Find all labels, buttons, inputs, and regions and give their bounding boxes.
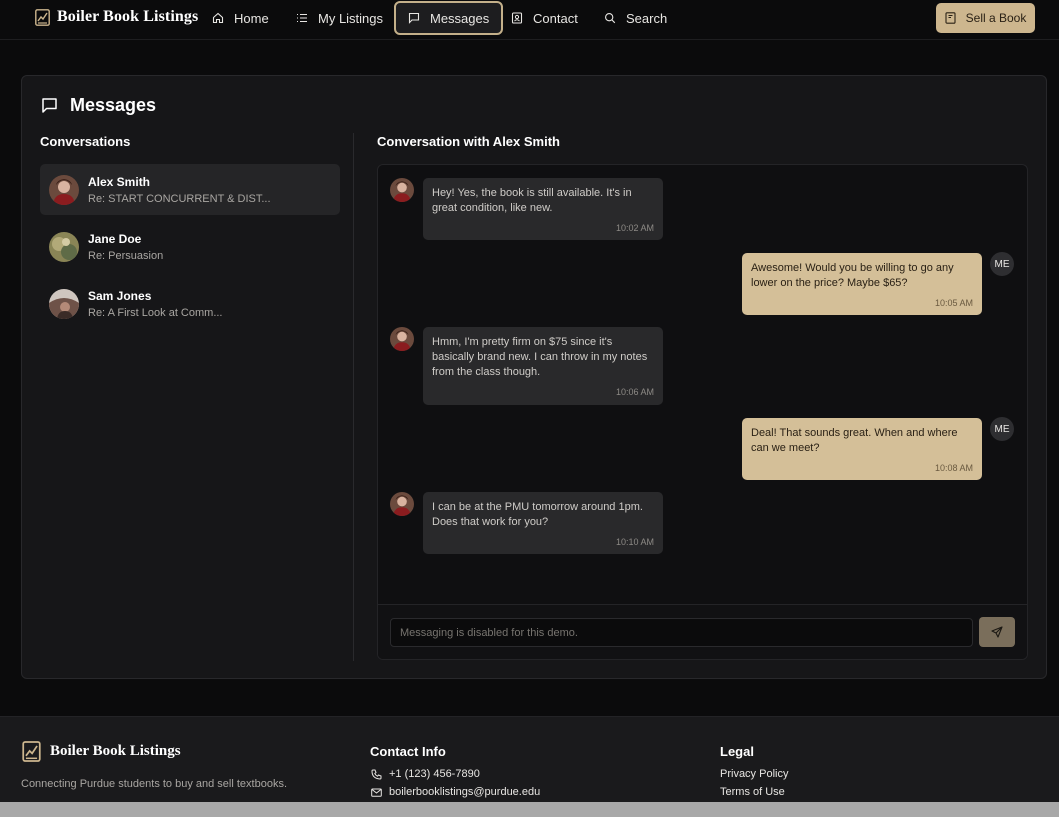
avatar-me: ME <box>990 417 1014 441</box>
page-title-text: Messages <box>70 95 157 115</box>
message-time: 10:08 AM <box>934 463 973 473</box>
conversation-subject: Re: START CONCURRENT & DIST... <box>88 192 271 205</box>
avatar <box>390 178 414 202</box>
book-icon <box>945 12 956 24</box>
contact-heading: Contact Info <box>370 744 446 759</box>
page-title: Messages <box>41 95 156 116</box>
nav-search-label: Search <box>626 10 668 26</box>
nav-contact[interactable]: Contact <box>498 1 591 35</box>
phone-line: +1 (123) 456-7890 <box>371 768 480 780</box>
conversation-subject: Re: Persuasion <box>88 249 164 262</box>
footer: Boiler Book Listings Connecting Purdue s… <box>0 716 1059 802</box>
home-icon <box>212 12 224 24</box>
message-text: Awesome! Would you be willing to go any … <box>751 262 954 289</box>
message-time: 10:05 AM <box>934 298 973 308</box>
chat-panel[interactable]: Hey! Yes, the book is still available. I… <box>377 164 1028 660</box>
conversations-heading: Conversations <box>40 134 131 149</box>
conversation-item-alex-smith[interactable]: Alex Smith Re: START CONCURRENT & DIST..… <box>40 164 340 215</box>
footer-brand-name: Boiler Book Listings <box>50 743 181 759</box>
horizontal-scrollbar[interactable] <box>0 802 1059 817</box>
phone-icon <box>371 769 382 780</box>
list-icon <box>297 13 307 23</box>
nav-search[interactable]: Search <box>591 1 680 35</box>
message-bubble-outgoing: Deal! That sounds great. When and where … <box>742 418 982 480</box>
message-bubble-incoming: I can be at the PMU tomorrow around 1pm.… <box>423 492 663 554</box>
message-bubble-incoming: Hmm, I'm pretty firm on $75 since it's b… <box>423 327 663 405</box>
divider <box>353 133 354 661</box>
message-bubble-outgoing: Awesome! Would you be willing to go any … <box>742 253 982 315</box>
email-line: boilerbooklistings@purdue.edu <box>371 786 540 798</box>
nav-contact-label: Contact <box>533 10 578 26</box>
avatar <box>49 288 79 319</box>
nav-my-listings-label: My Listings <box>318 10 384 26</box>
message-time: 10:02 AM <box>615 223 654 233</box>
top-nav: Boiler Book Listings Home My Listings Me… <box>0 0 1059 40</box>
chat-heading: Conversation with Alex Smith <box>377 134 560 149</box>
message-input[interactable] <box>390 618 973 647</box>
nav-home-label: Home <box>234 10 269 26</box>
message-text: Deal! That sounds great. When and where … <box>751 427 958 454</box>
message-bubble-incoming: Hey! Yes, the book is still available. I… <box>423 178 663 240</box>
email-link[interactable]: boilerbooklistings@purdue.edu <box>389 786 540 798</box>
conversation-item-jane-doe[interactable]: Jane Doe Re: Persuasion <box>40 221 340 272</box>
conversation-name: Sam Jones <box>88 288 152 303</box>
contact-icon <box>511 12 523 24</box>
message-composer <box>378 604 1027 659</box>
send-icon <box>991 626 1003 638</box>
message-text: Hmm, I'm pretty firm on $75 since it's b… <box>432 336 648 378</box>
nav-messages[interactable]: Messages <box>394 1 504 35</box>
avatar <box>49 174 79 205</box>
brand-name: Boiler Book Listings <box>57 8 199 25</box>
terms-of-use-link[interactable]: Terms of Use <box>720 786 785 798</box>
search-icon <box>605 13 616 24</box>
message-icon <box>408 12 420 24</box>
mail-icon <box>371 788 382 797</box>
avatar-me: ME <box>990 252 1014 276</box>
conversation-item-sam-jones[interactable]: Sam Jones Re: A First Look at Comm... <box>40 278 340 329</box>
send-button[interactable] <box>979 617 1015 647</box>
message-text: Hey! Yes, the book is still available. I… <box>432 187 632 214</box>
message-text: I can be at the PMU tomorrow around 1pm.… <box>432 501 643 528</box>
book-logo-icon <box>22 741 41 762</box>
conversation-name: Jane Doe <box>88 231 142 246</box>
legal-heading: Legal <box>720 744 754 759</box>
avatar <box>49 231 79 262</box>
brand-logo-link[interactable]: Boiler Book Listings <box>35 8 198 26</box>
sell-a-book-label: Sell a Book <box>965 11 1027 25</box>
conversation-name: Alex Smith <box>88 174 151 189</box>
phone-number: +1 (123) 456-7890 <box>389 768 480 780</box>
privacy-policy-link[interactable]: Privacy Policy <box>720 768 788 780</box>
messages-card: Messages Conversations Conversation with… <box>21 75 1047 679</box>
message-time: 10:10 AM <box>615 537 654 547</box>
footer-brand: Boiler Book Listings <box>22 741 181 762</box>
avatar <box>390 327 414 351</box>
message-icon <box>42 98 57 113</box>
book-logo-icon <box>35 8 50 26</box>
nav-messages-label: Messages <box>430 10 490 26</box>
footer-tagline: Connecting Purdue students to buy and se… <box>21 778 288 790</box>
conversation-subject: Re: A First Look at Comm... <box>88 306 223 319</box>
nav-my-listings[interactable]: My Listings <box>283 1 396 35</box>
nav-home[interactable]: Home <box>199 1 282 35</box>
sell-a-book-button[interactable]: Sell a Book <box>936 3 1035 33</box>
avatar <box>390 492 414 516</box>
message-time: 10:06 AM <box>615 387 654 397</box>
